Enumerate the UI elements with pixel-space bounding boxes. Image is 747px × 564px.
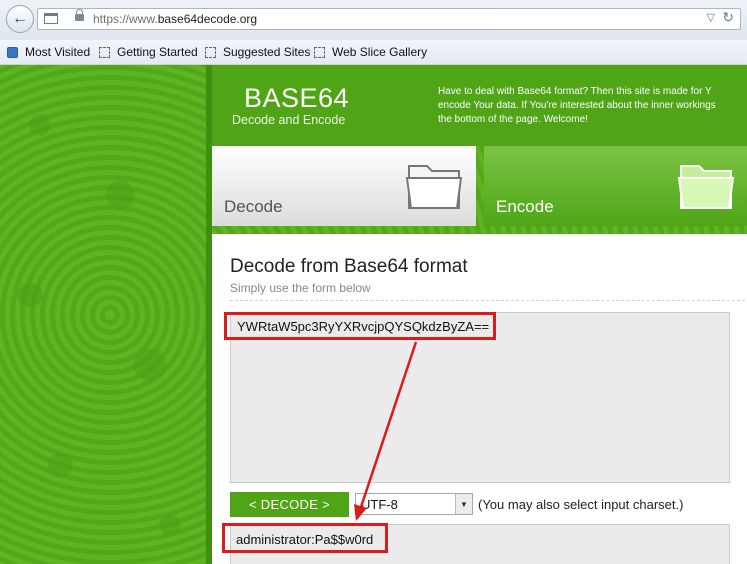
- output-value-highlight: administrator:Pa$$w0rd: [222, 523, 388, 553]
- charset-select[interactable]: UTF-8 ▼: [355, 493, 473, 515]
- bookmark-suggested-sites[interactable]: Suggested Sites: [205, 45, 310, 59]
- bookmark-web-slice-gallery[interactable]: Web Slice Gallery: [314, 45, 427, 59]
- browser-toolbar: ← https://www.base64decode.org ▽ ↻: [0, 0, 747, 40]
- bookmark-label: Getting Started: [117, 45, 198, 59]
- tab-groups-icon[interactable]: [44, 13, 58, 24]
- page-icon: [205, 46, 216, 58]
- bookmark-label: Suggested Sites: [223, 45, 311, 59]
- decode-panel: Decode from Base64 format Simply use the…: [212, 234, 747, 564]
- site-tagline: Decode and Encode: [232, 113, 346, 127]
- tab-decode-label: Decode: [224, 197, 283, 216]
- panel-subtitle: Simply use the form below: [230, 281, 371, 295]
- site-logo[interactable]: BASE64: [244, 83, 349, 114]
- divider: [230, 300, 747, 301]
- intro-line: Have to deal with Base64 format? Then th…: [438, 86, 712, 97]
- url-scheme: https://www.: [93, 12, 158, 26]
- chevron-down-icon[interactable]: ▽: [707, 11, 715, 24]
- folder-icon: [677, 165, 735, 209]
- charset-note: (You may also select input charset.): [478, 497, 684, 512]
- intro-line: the bottom of the page. Welcome!: [438, 114, 588, 125]
- url-domain: base64decode.org: [157, 12, 258, 26]
- back-arrow-icon[interactable]: ←: [6, 5, 34, 33]
- bookmarks-bar: Most Visited Getting Started Suggested S…: [0, 40, 747, 65]
- tab-encode-label: Encode: [496, 197, 554, 216]
- decode-button[interactable]: < DECODE >: [230, 492, 349, 517]
- bookmark-label: Web Slice Gallery: [332, 45, 428, 59]
- chevron-down-icon[interactable]: ▼: [455, 494, 472, 514]
- lock-icon[interactable]: [75, 9, 84, 21]
- output-value[interactable]: administrator:Pa$$w0rd: [236, 532, 373, 547]
- tab-decode[interactable]: Decode: [212, 146, 476, 226]
- page-icon: [99, 46, 110, 58]
- input-value-highlight: YWRtaW5pc3RyYXRvcjpQYSQkdzByZA==: [224, 312, 496, 340]
- intro-line: encode Your data. If You're interested a…: [438, 100, 716, 111]
- page-icon: [314, 46, 325, 58]
- panel-title: Decode from Base64 format: [230, 256, 468, 277]
- bookmark-folder-icon: [7, 46, 18, 58]
- address-bar[interactable]: https://www.base64decode.org ▽ ↻: [37, 8, 741, 30]
- reload-icon[interactable]: ↻: [722, 9, 734, 26]
- bookmark-most-visited[interactable]: Most Visited: [7, 45, 90, 59]
- bookmark-getting-started[interactable]: Getting Started: [99, 45, 198, 59]
- folder-icon: [405, 165, 463, 209]
- url-text[interactable]: https://www.base64decode.org: [93, 11, 257, 27]
- bookmark-label: Most Visited: [25, 45, 91, 59]
- intro-text: Have to deal with Base64 format? Then th…: [438, 85, 747, 127]
- tab-encode[interactable]: Encode: [484, 146, 747, 226]
- input-value[interactable]: YWRtaW5pc3RyYXRvcjpQYSQkdzByZA==: [237, 319, 489, 334]
- charset-value: UTF-8: [361, 497, 398, 512]
